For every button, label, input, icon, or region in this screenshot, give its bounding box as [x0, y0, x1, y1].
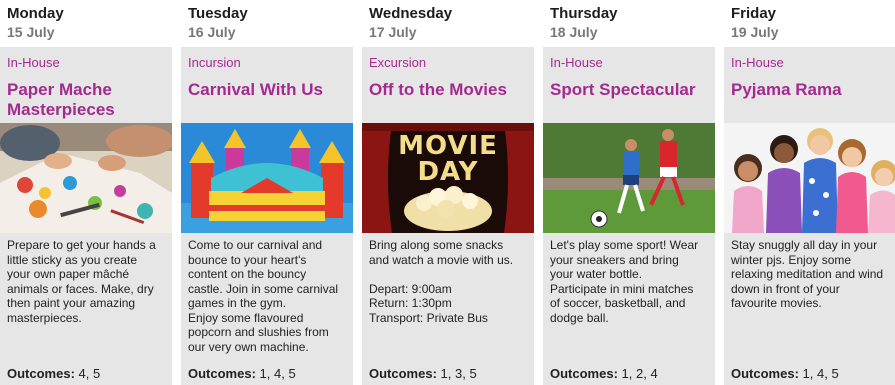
activity-outcomes: Outcomes: 4, 5 [7, 366, 100, 381]
day-date: 19 July [731, 24, 779, 40]
activity-description: Come to our carnival and bounce to your … [188, 238, 339, 354]
activity-photo-soccer [543, 123, 715, 233]
outcomes-label: Outcomes: [550, 366, 618, 381]
day-column-tuesday: Tuesday 16 July Incursion Carnival With … [181, 0, 353, 385]
outcomes-label: Outcomes: [188, 366, 256, 381]
activity-outcomes: Outcomes: 1, 3, 5 [369, 366, 477, 381]
activity-photo-crafts [0, 123, 172, 233]
outcomes-value: 1, 3, 5 [440, 366, 477, 381]
day-name: Monday [7, 5, 64, 22]
outcomes-value: 1, 2, 4 [621, 366, 658, 381]
activity-photo-bouncy-castle [181, 123, 353, 233]
activity-type: Excursion [369, 55, 427, 70]
outcomes-value: 4, 5 [78, 366, 101, 381]
outcomes-value: 1, 4, 5 [259, 366, 296, 381]
day-name: Tuesday [188, 5, 248, 22]
activity-title: Pyjama Rama [731, 80, 842, 99]
day-name: Friday [731, 5, 777, 22]
activity-title: Paper Mache Masterpieces [7, 80, 115, 119]
day-date: 18 July [550, 24, 598, 40]
activity-outcomes: Outcomes: 1, 4, 5 [188, 366, 296, 381]
day-name: Thursday [550, 5, 618, 22]
activity-description: Let's play some sport! Wear your sneaker… [550, 238, 699, 325]
activity-description: Prepare to get your hands a little stick… [7, 238, 156, 325]
activity-type: In-House [731, 55, 784, 70]
day-column-friday: Friday 19 July In-House Pyjama Rama Stay… [724, 0, 895, 385]
outcomes-label: Outcomes: [731, 366, 799, 381]
day-date: 16 July [188, 24, 236, 40]
activity-outcomes: Outcomes: 1, 4, 5 [731, 366, 839, 381]
activity-outcomes: Outcomes: 1, 2, 4 [550, 366, 658, 381]
activity-type: In-House [7, 55, 60, 70]
day-name: Wednesday [369, 5, 453, 22]
outcomes-label: Outcomes: [369, 366, 437, 381]
activity-description: Stay snuggly all day in your winter pjs.… [731, 238, 884, 310]
day-column-thursday: Thursday 18 July In-House Sport Spectacu… [543, 0, 715, 385]
movie-day-text: MOVIE DAY [398, 131, 498, 187]
activity-title: Off to the Movies [369, 80, 507, 99]
activity-description: Bring along some snacks and watch a movi… [369, 238, 514, 325]
activity-photo-pyjama-kids [724, 123, 895, 233]
activity-type: In-House [550, 55, 603, 70]
activity-type: Incursion [188, 55, 241, 70]
activity-photo-movie-day: MOVIE DAY [362, 123, 534, 233]
day-column-monday: Monday 15 July In-House Paper Mache Mast… [0, 0, 172, 385]
day-column-wednesday: Wednesday 17 July Excursion Off to the M… [362, 0, 534, 385]
day-date: 17 July [369, 24, 417, 40]
activity-title: Carnival With Us [188, 80, 323, 99]
outcomes-value: 1, 4, 5 [802, 366, 839, 381]
outcomes-label: Outcomes: [7, 366, 75, 381]
day-date: 15 July [7, 24, 55, 40]
activity-title: Sport Spectacular [550, 80, 696, 99]
